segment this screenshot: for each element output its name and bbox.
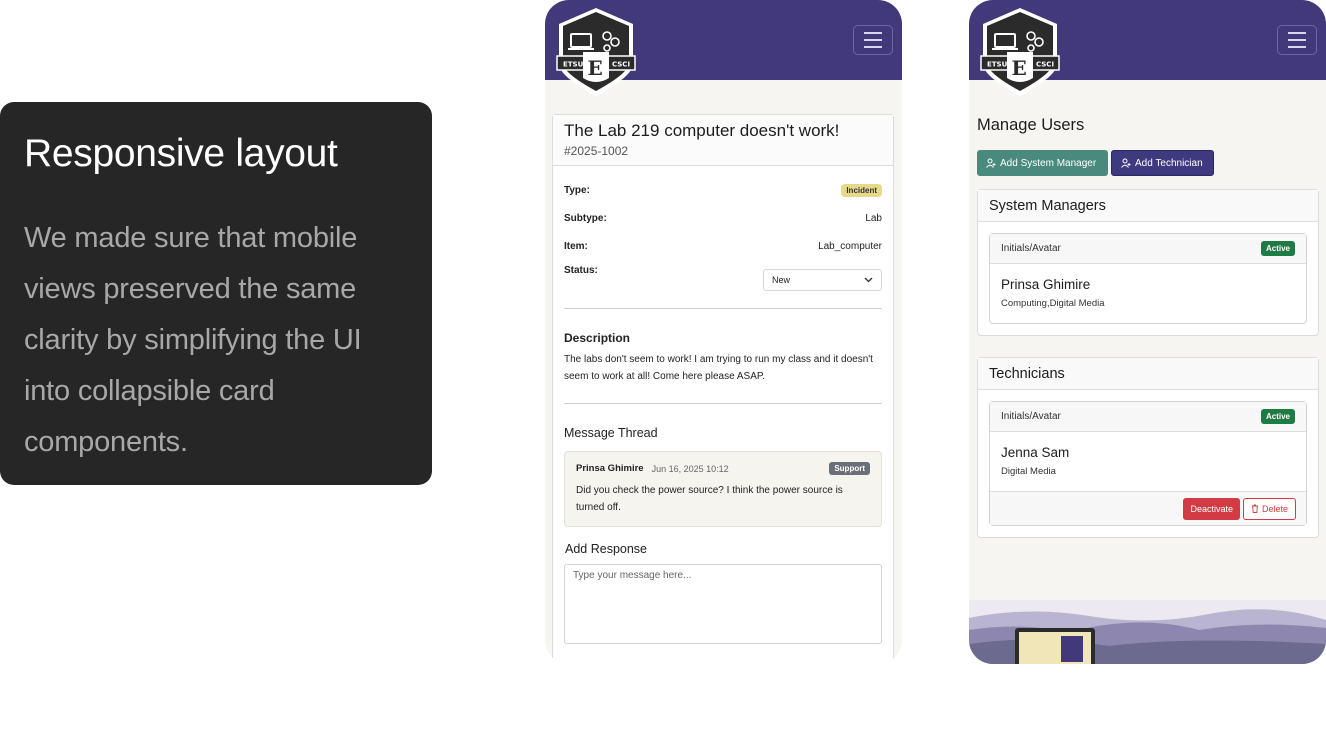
subtype-label: Subtype: [564,212,607,224]
logo-letter: E [1012,56,1027,80]
user-department: Computing,Digital Media [1001,298,1105,309]
user-plus-icon [986,158,996,168]
message-date: Jun 16, 2025 10:12 [651,463,729,474]
ticket-id: #2025-1002 [564,144,629,158]
ticket-card: The Lab 219 computer doesn't work! #2025… [552,114,894,664]
status-row: Status: New [564,260,882,294]
logo-text-left: ETSU [987,61,1008,69]
type-badge: Incident [841,183,882,197]
item-label: Item: [564,240,588,252]
add-response-heading: Add Response [565,542,648,556]
status-badge: Active [1260,409,1295,424]
info-card: Responsive layout We made sure that mobi… [0,102,432,485]
divider [564,403,882,404]
item-value: Lab_computer [818,240,882,252]
etsu-csci-logo[interactable]: ETSU CSCI E [553,6,639,98]
hamburger-menu-icon[interactable] [853,25,893,55]
phone-manage-users-view: ETSU CSCI E Manage Users Add System Mana… [969,0,1326,664]
subtype-row: Subtype: Lab [564,204,882,232]
status-select[interactable]: New [763,269,882,291]
role-badge: Support [829,462,870,475]
info-body: We made sure that mobile views preserved… [24,222,362,458]
status-label: Status: [564,265,598,276]
response-textarea[interactable]: Type your message here... [564,564,882,644]
user-card: Initials/Avatar Active Jenna Sam Digital… [989,401,1307,526]
divider [564,308,882,309]
trash-icon [1251,504,1258,513]
info-title: Responsive layout [24,132,338,175]
deactivate-button[interactable]: Deactivate [1183,497,1240,520]
system-managers-heading: System Managers [978,190,1318,222]
ticket-title: The Lab 219 computer doesn't work! [564,121,840,140]
phone-ticket-view: ETSU CSCI E The Lab 219 computer doesn't… [545,0,902,664]
user-name: Jenna Sam [1001,445,1070,460]
add-system-manager-label: Add System Manager [1000,157,1097,169]
description-heading: Description [564,331,631,345]
message-thread-heading: Message Thread [564,426,658,440]
description-text: The labs don't seem to work! I am trying… [564,354,873,382]
type-row: Type: Incident [564,176,882,204]
mountain-footer-image [969,600,1326,664]
page-title: Manage Users [977,116,1085,134]
user-plus-icon [1121,158,1131,168]
item-row: Item: Lab_computer [564,232,882,260]
user-department: Digital Media [1001,466,1056,477]
message-text: Did you check the power source? I think … [576,485,843,513]
add-system-manager-button[interactable]: Add System Manager [977,150,1108,176]
status-value: New [772,275,791,285]
type-label: Type: [564,184,590,196]
status-badge: Active [1260,241,1295,256]
logo-text-right: CSCI [612,61,630,69]
add-technician-button[interactable]: Add Technician [1111,150,1214,176]
etsu-csci-logo[interactable]: ETSU CSCI E [977,6,1063,98]
user-name: Prinsa Ghimire [1001,277,1091,292]
logo-text-right: CSCI [1036,61,1054,69]
avatar: Initials/Avatar [1001,243,1061,254]
ticket-header: The Lab 219 computer doesn't work! #2025… [553,115,893,166]
add-technician-label: Add Technician [1135,157,1203,169]
system-managers-section: System Managers Initials/Avatar Active P… [977,189,1319,336]
logo-text-left: ETSU [563,61,584,69]
avatar: Initials/Avatar [1001,411,1061,422]
message-item: Prinsa Ghimire Jun 16, 2025 10:12 Suppor… [564,451,882,527]
logo-letter: E [588,56,603,80]
chevron-down-icon [864,277,873,283]
message-author: Prinsa Ghimire [576,463,644,474]
delete-label: Delete [1261,503,1288,514]
hamburger-menu-icon[interactable] [1277,25,1317,55]
delete-button[interactable]: Delete [1242,497,1296,520]
subtype-value: Lab [865,212,882,224]
technicians-section: Technicians Initials/Avatar Active Jenna… [977,357,1319,538]
user-card: Initials/Avatar Active Prinsa Ghimire Co… [989,233,1307,324]
technicians-heading: Technicians [978,358,1318,390]
